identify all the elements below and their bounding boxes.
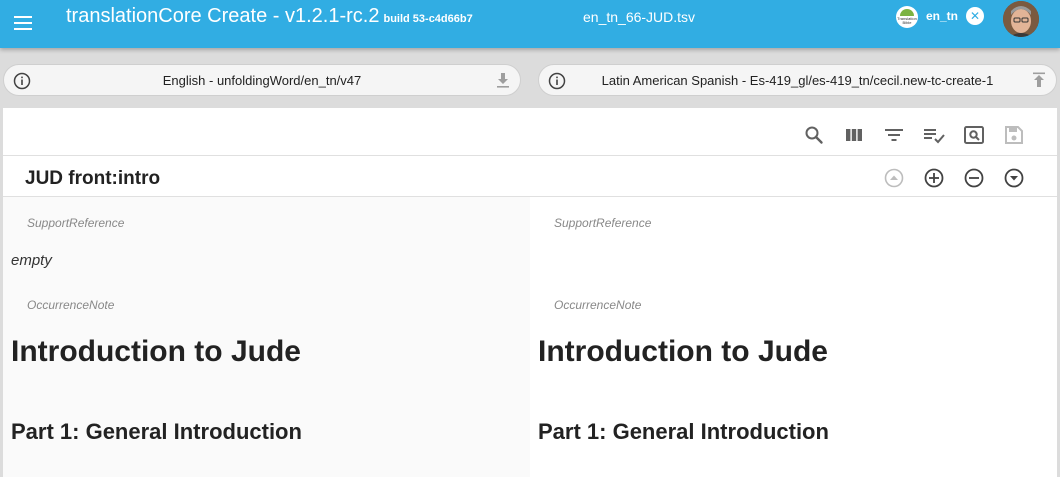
toolbar-divider: [3, 155, 1057, 156]
avatar[interactable]: [1003, 1, 1039, 37]
translation-panel: JUD front:intro SupportReference empty O…: [3, 108, 1057, 477]
leaf-icon: [900, 9, 914, 16]
file-name: en_tn_66-JUD.tsv: [583, 9, 696, 25]
org-logo-text: Translation Bible: [897, 16, 917, 25]
menu-icon[interactable]: [12, 12, 34, 34]
preview-icon[interactable]: [962, 123, 986, 147]
app-title-text: translationCore Create - v1.2.1-rc.2: [66, 5, 380, 27]
source-resource-label: English - unfoldingWord/en_tn/v47: [162, 73, 362, 88]
delete-row-icon[interactable]: [963, 167, 985, 189]
source-heading-1: Introduction to Jude: [11, 335, 301, 368]
target-resource-label: Latin American Spanish - Es-419_gl/es-41…: [601, 73, 994, 88]
info-icon[interactable]: [13, 72, 31, 90]
organization-name: en_tn: [926, 9, 959, 23]
validate-icon[interactable]: [922, 123, 946, 147]
target-heading-2[interactable]: Part 1: General Introduction: [538, 419, 829, 445]
target-occurrence-note-label: OccurrenceNote: [554, 298, 642, 312]
app-title: translationCore Create - v1.2.1-rc.2 buil…: [66, 5, 473, 28]
search-icon[interactable]: [802, 123, 826, 147]
download-icon[interactable]: [494, 71, 512, 89]
move-up-icon[interactable]: [883, 167, 905, 189]
save-icon[interactable]: [1002, 123, 1026, 147]
source-occurrence-note-label: OccurrenceNote: [27, 298, 115, 312]
target-support-reference-label: SupportReference: [554, 216, 652, 230]
close-icon[interactable]: ✕: [966, 7, 984, 25]
row-reference: JUD front:intro: [25, 168, 161, 189]
source-support-reference-label: SupportReference: [27, 216, 125, 230]
target-heading-1[interactable]: Introduction to Jude: [538, 335, 828, 369]
source-resource-bar: English - unfoldingWord/en_tn/v47: [3, 64, 521, 96]
move-down-icon[interactable]: [1003, 167, 1025, 189]
view-columns-icon[interactable]: [842, 123, 866, 147]
upload-icon[interactable]: [1030, 71, 1048, 89]
app-build: build 53-c4d66b7: [383, 13, 473, 25]
filter-icon[interactable]: [882, 123, 906, 147]
source-support-reference-value: empty: [11, 252, 52, 269]
target-resource-bar: Latin American Spanish - Es-419_gl/es-41…: [538, 64, 1057, 96]
source-heading-2: Part 1: General Introduction: [11, 419, 302, 444]
app-bar: translationCore Create - v1.2.1-rc.2 buil…: [0, 0, 1060, 48]
source-column: SupportReference empty OccurrenceNote In…: [3, 197, 530, 477]
add-row-icon[interactable]: [923, 167, 945, 189]
target-column[interactable]: SupportReference OccurrenceNote Introduc…: [530, 197, 1057, 477]
info-icon[interactable]: [548, 72, 566, 90]
organization-logo[interactable]: Translation Bible: [896, 6, 918, 28]
